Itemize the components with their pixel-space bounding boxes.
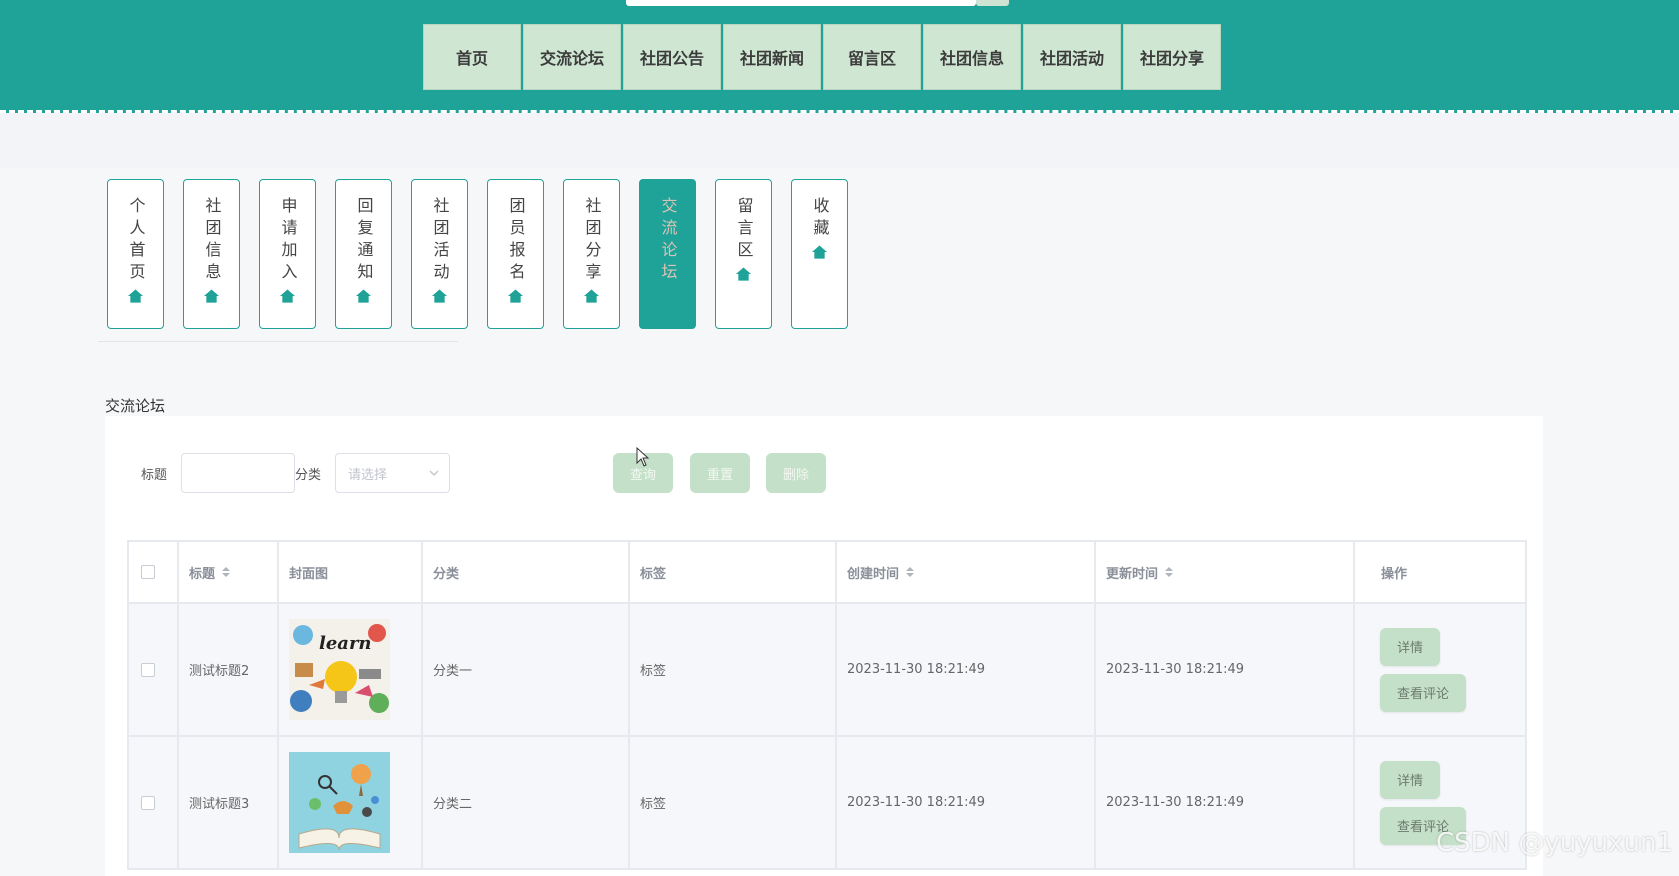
detail-button[interactable]: 详情 [1380,760,1441,799]
row-category: 分类二 [423,737,630,868]
tab-label: 社团分享 [582,197,602,285]
nav-home[interactable]: 首页 [423,24,521,90]
search-button[interactable] [976,0,1009,6]
tab-personal-home[interactable]: 个人首页 [107,179,164,329]
detail-button[interactable]: 详情 [1380,627,1441,666]
cover-image-learn[interactable]: learn [289,619,390,720]
house-icon [128,289,143,303]
category-select-placeholder: 请选择 [348,467,388,483]
top-navigation: 首页 交流论坛 社团公告 社团新闻 留言区 社团信息 社团活动 社团分享 [423,24,1221,90]
row-updated: 2023-11-30 18:21:49 [1096,604,1355,735]
row-title: 测试标题2 [179,604,279,735]
tab-label: 个人首页 [126,197,146,285]
page-title: 交流论坛 [105,397,166,415]
category-filter-label: 分类 [295,468,322,483]
tab-label: 申请加入 [278,197,298,285]
row-select-cell [129,737,179,868]
tab-label: 收藏 [810,197,830,241]
tabs-divider [98,341,458,342]
row-cover-cell: learn [279,604,423,735]
mouse-cursor-icon [636,447,650,467]
row-checkbox[interactable] [141,662,155,677]
category-select[interactable]: 请选择 [335,453,450,493]
nav-forum[interactable]: 交流论坛 [523,24,621,90]
header-created-label: 创建时间 [847,566,900,582]
header-updated[interactable]: 更新时间 [1096,542,1355,602]
row-tag: 标签 [630,604,837,735]
watermark: CSDN @yuyuxun1 [1435,828,1673,858]
house-icon [280,289,295,303]
table-row: 测试标题3 分类二 标签 2023-11-30 18:21:49 2023-11… [129,737,1525,870]
row-cover-cell [279,737,423,868]
header-category: 分类 [423,542,630,602]
house-icon [584,289,599,303]
house-icon [204,289,219,303]
title-filter-label: 标题 [141,468,168,483]
header-cover: 封面图 [279,542,423,602]
table-header-row: 标题 封面图 分类 标签 创建时间 更新时间 操作 [129,542,1525,604]
row-select-cell [129,604,179,735]
title-filter-input[interactable] [181,453,295,493]
cover-image-book[interactable] [289,752,390,853]
tab-favorites[interactable]: 收藏 [791,179,848,329]
sort-icon [222,567,231,577]
site-header: 首页 交流论坛 社团公告 社团新闻 留言区 社团信息 社团活动 社团分享 [0,0,1679,113]
nav-club-info[interactable]: 社团信息 [923,24,1021,90]
header-select-all-cell [129,542,179,602]
delete-button[interactable]: 删除 [766,453,826,493]
header-title[interactable]: 标题 [179,542,279,602]
header-tag: 标签 [630,542,837,602]
reset-button[interactable]: 重置 [690,453,750,493]
tab-forum[interactable]: 交流论坛 [639,179,696,329]
house-icon [736,267,751,281]
sort-icon [1165,567,1174,577]
tab-reply-notice[interactable]: 回复通知 [335,179,392,329]
search-input[interactable] [626,0,976,6]
nav-club-share[interactable]: 社团分享 [1123,24,1221,90]
tab-label: 交流论坛 [658,197,678,285]
header-updated-label: 更新时间 [1106,566,1159,582]
header-spacer-band [0,113,1679,168]
tab-club-info[interactable]: 社团信息 [183,179,240,329]
nav-message-board[interactable]: 留言区 [823,24,921,90]
house-icon [356,289,371,303]
tab-message-board[interactable]: 留言区 [715,179,772,329]
tab-member-signup[interactable]: 团员报名 [487,179,544,329]
row-created: 2023-11-30 18:21:49 [837,737,1096,868]
house-icon [508,289,523,303]
row-updated: 2023-11-30 18:21:49 [1096,737,1355,868]
tab-apply-join[interactable]: 申请加入 [259,179,316,329]
house-icon [812,245,827,259]
sort-icon [906,567,915,577]
view-comments-button[interactable]: 查看评论 [1380,673,1467,712]
row-category: 分类一 [423,604,630,735]
tab-label: 回复通知 [354,197,374,285]
header-title-label: 标题 [189,566,216,582]
row-tag: 标签 [630,737,837,868]
tab-club-share[interactable]: 社团分享 [563,179,620,329]
row-checkbox[interactable] [141,795,155,810]
select-all-checkbox[interactable] [141,565,155,579]
row-ops: 详情 查看评论 [1355,604,1525,735]
nav-announcements[interactable]: 社团公告 [623,24,721,90]
header-ops: 操作 [1381,566,1408,582]
tab-club-activities[interactable]: 社团活动 [411,179,468,329]
house-icon [432,289,447,303]
header-created[interactable]: 创建时间 [837,542,1096,602]
tab-label: 社团活动 [430,197,450,285]
tab-label: 留言区 [734,197,754,263]
nav-news[interactable]: 社团新闻 [723,24,821,90]
row-created: 2023-11-30 18:21:49 [837,604,1096,735]
forum-table: 标题 封面图 分类 标签 创建时间 更新时间 操作 测试标题2 learn 分类… [127,540,1527,870]
chevron-down-icon [429,470,439,476]
svg-text:learn: learn [319,633,372,654]
table-row: 测试标题2 learn 分类一 标签 2023-11-30 18:21:49 2… [129,604,1525,737]
user-center-tabs: 个人首页 社团信息 申请加入 回复通知 社团活动 团员报名 社团分享 交流论坛 … [107,179,848,329]
tab-label: 社团信息 [202,197,222,285]
nav-club-activities[interactable]: 社团活动 [1023,24,1121,90]
row-title: 测试标题3 [179,737,279,868]
tab-label: 团员报名 [506,197,526,285]
